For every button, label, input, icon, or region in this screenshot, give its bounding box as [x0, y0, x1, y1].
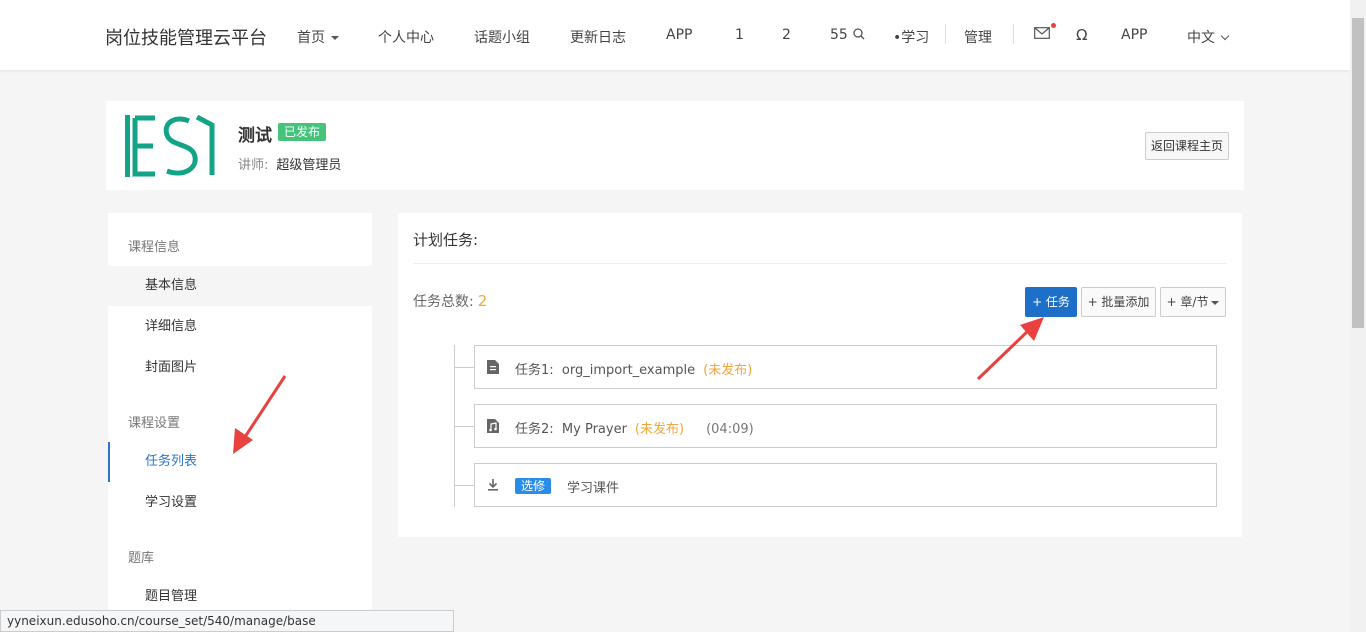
tree-tick	[454, 367, 474, 368]
task-count-value: 2	[477, 292, 488, 310]
tree-tick	[454, 426, 474, 427]
task-count-label: 任务总数:	[413, 294, 474, 310]
page-scrollbar[interactable]	[1350, 0, 1366, 632]
audio-file-icon	[487, 419, 499, 433]
task-row[interactable]: 任务2: My Prayer (未发布) (04:09)	[474, 404, 1217, 448]
nav-item-1[interactable]: 1	[735, 27, 744, 43]
language-selector[interactable]: 中文	[1187, 27, 1230, 47]
task-title[interactable]: 任务2: My Prayer (未发布) (04:09)	[515, 418, 754, 437]
task-title[interactable]: 任务1: org_import_example (未发布)	[515, 359, 752, 378]
site-brand[interactable]: 岗位技能管理云平台	[105, 24, 267, 50]
user-icon[interactable]: Ω	[1076, 26, 1087, 44]
sidebar-item-cover-image[interactable]: 封面图片	[108, 348, 372, 388]
nav-study[interactable]: •学习	[893, 27, 929, 47]
task-status: (未发布)	[634, 422, 685, 437]
document-icon	[487, 360, 499, 374]
nav-topic-groups[interactable]: 话题小组	[474, 27, 530, 47]
teacher-name[interactable]: 超级管理员	[276, 158, 341, 173]
nav-divider	[1013, 24, 1014, 44]
course-logo	[125, 115, 215, 177]
elective-badge: 选修	[515, 478, 552, 494]
sidebar-item-task-list[interactable]: 任务列表	[108, 442, 372, 482]
sidebar-group-course-info: 课程信息	[128, 240, 181, 255]
teacher-info: 讲师: 超级管理员	[238, 154, 341, 173]
task-status: (未发布)	[703, 363, 753, 378]
course-header-card: 测试 已发布 讲师: 超级管理员 返回课程主页	[106, 101, 1244, 190]
notification-dot	[1051, 23, 1056, 28]
nav-changelog[interactable]: 更新日志	[570, 27, 626, 47]
browser-status-url: yyneixun.edusoho.cn/course_set/540/manag…	[0, 610, 454, 632]
nav-app-2[interactable]: APP	[1121, 27, 1147, 43]
panel-divider	[413, 263, 1227, 264]
caret-down-icon	[1211, 300, 1220, 305]
nav-item-55[interactable]: 55	[830, 27, 865, 43]
sidebar-item-question-manage[interactable]: 题目管理	[108, 577, 372, 613]
published-badge: 已发布	[278, 123, 327, 141]
download-icon	[488, 479, 498, 491]
task-row[interactable]: 任务1: org_import_example (未发布)	[474, 345, 1217, 389]
nav-item-2[interactable]: 2	[782, 27, 791, 43]
search-icon[interactable]	[853, 28, 865, 40]
course-title: 测试	[238, 126, 272, 146]
scrollbar-thumb[interactable]	[1352, 18, 1364, 328]
mail-icon	[1034, 27, 1050, 39]
material-row[interactable]: 选修 学习课件	[474, 463, 1217, 507]
sidebar-item-study-settings[interactable]: 学习设置	[108, 483, 372, 523]
teacher-label: 讲师:	[238, 158, 269, 173]
sidebar-group-question-bank: 题库	[128, 551, 155, 566]
nav-personal-center[interactable]: 个人中心	[378, 27, 434, 47]
back-to-course-button[interactable]: 返回课程主页	[1145, 132, 1229, 160]
task-count: 任务总数: 2	[413, 291, 487, 311]
nav-divider	[945, 24, 946, 44]
sidebar-item-basic-info[interactable]: 基本信息	[108, 266, 372, 306]
top-navbar: 岗位技能管理云平台 首页 个人中心 话题小组 更新日志 APP 1 2 55 •…	[0, 0, 1350, 70]
batch-add-button[interactable]: + 批量添加	[1081, 287, 1156, 317]
material-title[interactable]: 学习课件	[567, 477, 619, 496]
panel-title: 计划任务:	[413, 231, 479, 249]
mail-button[interactable]	[1034, 23, 1056, 43]
task-plan-panel: 计划任务: 任务总数: 2 + 任务 + 批量添加 + 章/节 任务1: org_…	[398, 213, 1242, 537]
chapter-section-button[interactable]: + 章/节	[1160, 287, 1226, 317]
course-manage-sidebar: 课程信息 基本信息 详细信息 封面图片 课程设置 任务列表 学习设置 题库 题目…	[108, 213, 372, 613]
add-task-button[interactable]: + 任务	[1025, 287, 1077, 317]
task-duration: (04:09)	[706, 422, 754, 437]
sidebar-group-course-settings: 课程设置	[128, 416, 181, 431]
nav-manage[interactable]: 管理	[964, 27, 992, 47]
sidebar-item-detail-info[interactable]: 详细信息	[108, 307, 372, 347]
caret-down-icon	[331, 36, 339, 40]
chevron-down-icon	[1220, 31, 1230, 41]
nav-home[interactable]: 首页	[297, 27, 339, 47]
tree-tick	[454, 485, 474, 486]
nav-app[interactable]: APP	[666, 27, 692, 43]
